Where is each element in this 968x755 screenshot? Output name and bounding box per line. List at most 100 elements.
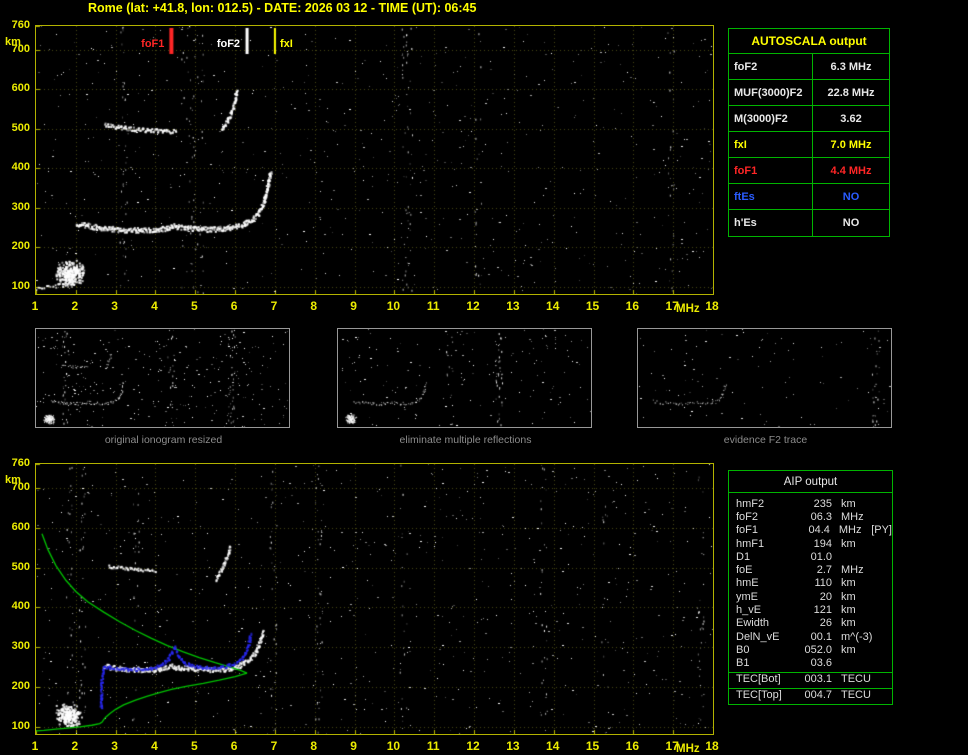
autoscala-row-foF1: foF1 4.4 MHz [729,158,889,184]
y-tick-label: 700 [11,480,30,493]
x-tick-label: 5 [190,299,198,313]
parameter-value: 3.62 [840,113,862,125]
aip-value: 26 [819,617,832,630]
aip-value: 2.7 [816,564,832,577]
autoscala-table: foF2 6.3 MHz MUF(3000)F2 22.8 MHz M(3000)F2 3… [729,54,889,236]
parameter-name: ftEs [729,184,813,209]
x-tick-label: 4 [151,739,158,753]
aip-row-foF1: foF1 04.4 MHz [PY] [729,524,892,537]
x-tick-label: 8 [310,739,318,753]
aip-name: hmE [736,577,759,590]
aip-row-Ewidth: Ewidth 26 km [729,617,892,630]
aip-row-D1: D1 01.0 [729,550,892,563]
thumbnail-no-multiples-caption: eliminate multiple reflections [399,434,532,446]
autoscala-row-foF2: foF2 6.3 MHz [729,54,889,80]
y-tick-label: 760 [11,19,30,31]
aip-name: TEC[Bot] [736,673,781,686]
aip-value: 00.1 [810,630,832,643]
aip-row-ymE: ymE 20 km [729,590,892,603]
aip-extra: [PY] [871,524,892,537]
aip-value: 235 [813,497,832,510]
marker-label-foF2: foF2 [216,38,241,50]
thumbnail-original-ionogram: original ionogram resized [35,328,292,446]
ionogram-main-chart: km MHz 1 2 3 4 5 6 7 8 9 10 11 12 13 14 15 16 17 18 100 200… [0,19,724,320]
thumbnail-f2-trace: evidence F2 trace [637,328,894,446]
aip-value: 04.4 [808,524,830,537]
y-tick-label: 100 [11,719,30,732]
autoscala-output-panel: AUTOSCALA output foF2 6.3 MHz MUF(3000)F2 2… [728,28,890,237]
x-tick-label: 1 [31,739,39,753]
marker-label-fxI: fxI [279,38,293,50]
aip-unit: km [841,590,856,603]
x-tick-label: 12 [466,739,480,753]
aip-name: h_vE [736,604,762,617]
parameter-value: 4.4 MHz [830,165,872,177]
x-tick-label: 6 [230,299,238,313]
y-tick-label: 200 [11,240,30,253]
aip-name: hmF2 [736,497,765,510]
x-tick-label: 10 [386,739,401,753]
aip-unit: km [841,604,856,617]
autoscala-row-MUF(3000)F2: MUF(3000)F2 22.8 MHz [729,80,889,106]
aip-name: hmF1 [736,537,765,550]
aip-unit: m^(-3) [841,630,873,643]
x-tick-label: 17 [665,299,679,313]
ionogram-main-canvas [35,25,714,295]
parameter-value: 22.8 MHz [827,87,875,99]
aip-unit: MHz [838,524,862,537]
aip-value: 03.6 [810,657,832,670]
aip-unit: km [841,617,856,630]
aip-unit: km [841,497,856,510]
x-tick-label: 6 [230,739,238,753]
aip-unit: km [841,643,856,656]
aip-output-panel: AIP output hmF2 235 km foF2 06.3 MHz foF1 04.4 M… [728,470,893,705]
ionogram-profile-canvas [35,463,714,735]
aip-value: 110 [814,577,832,590]
parameter-name: h'Es [729,210,813,236]
thumbnail-original-caption: original ionogram resized [104,434,223,446]
ionogram-profile-chart: km MHz 1 2 3 4 5 6 7 8 9 10 11 12 13 14 15 16 17 18 100 200… [0,457,724,755]
aip-unit: MHz [841,510,864,523]
x-tick-label: 11 [426,739,440,753]
autoscala-row-M(3000)F2: M(3000)F2 3.62 [729,106,889,132]
parameter-value: 7.0 MHz [830,139,872,151]
aip-value: 121 [813,604,832,617]
marker-label-foF1: foF1 [141,38,165,50]
aip-row-foF2: foF2 06.3 MHz [729,510,892,523]
aip-value: 06.3 [810,510,832,523]
parameter-name: MUF(3000)F2 [729,80,813,105]
y-tick-label: 700 [11,42,30,55]
y-tick-label: 300 [11,640,30,653]
aip-name: B1 [736,657,750,670]
x-tick-label: 14 [546,299,560,313]
x-tick-label: 2 [71,299,79,313]
aip-name: foF1 [736,524,759,537]
aip-row-hmF2: hmF2 235 km [729,497,892,510]
autoscala-row-ftEs: ftEs NO [729,184,889,210]
aip-unit: MHz [841,564,864,577]
parameter-name: foF2 [729,54,813,79]
x-tick-label: 13 [506,739,520,753]
aip-row-foE: foE 2.7 MHz [729,563,892,576]
aip-name: D1 [736,550,751,563]
y-tick-label: 760 [11,457,30,469]
y-tick-label: 100 [11,279,30,292]
aip-value: 194 [813,537,832,550]
aip-row-B1: B1 03.6 [729,657,892,670]
y-tick-label: 200 [11,680,30,692]
page-title: Rome (lat: +41.8, lon: 012.5) - DATE: 20… [88,1,477,15]
aip-name: B0 [736,643,750,656]
thumbnail-no-multiples: eliminate multiple reflections [337,328,594,446]
x-tick-label: 16 [625,739,640,753]
parameter-value: 6.3 MHz [830,61,872,73]
parameter-name: foF1 [729,158,813,183]
x-tick-label: 16 [625,299,640,313]
x-tick-label: 3 [111,299,118,313]
aip-name: foE [736,564,753,577]
y-tick-label: 400 [11,600,30,613]
aip-row-B0: B0 052.0 km [729,643,892,656]
autoscala-row-fxI: fxI 7.0 MHz [729,132,889,158]
x-tick-label: 18 [705,739,719,753]
y-tick-label: 400 [11,161,30,174]
aip-value: 052.0 [804,643,832,656]
